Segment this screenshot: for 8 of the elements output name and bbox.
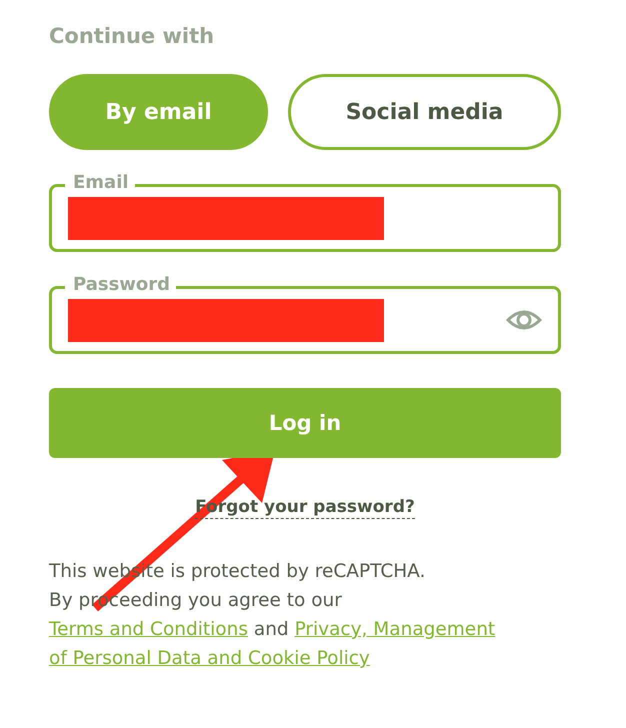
login-button[interactable]: Log in xyxy=(49,388,561,458)
eye-icon[interactable] xyxy=(506,308,542,332)
tab[interactable]: By email xyxy=(49,74,268,150)
privacy-link[interactable]: Privacy, Management xyxy=(294,619,496,640)
privacy-link[interactable]: of Personal Data and Cookie Policy xyxy=(49,648,370,669)
terms-link[interactable]: Terms and Conditions xyxy=(49,619,248,640)
tab[interactable]: Social media xyxy=(288,74,561,150)
section-heading: Continue with xyxy=(49,24,216,48)
